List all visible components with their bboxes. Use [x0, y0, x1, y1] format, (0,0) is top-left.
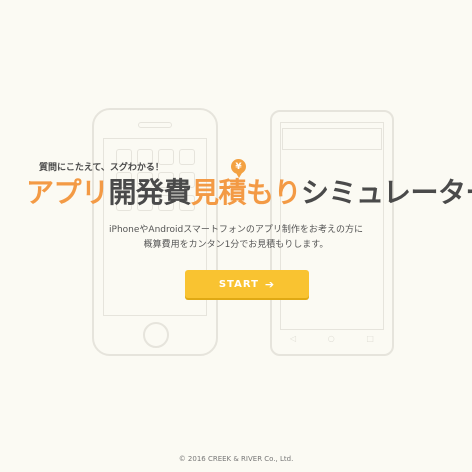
title-part-estimate: 見積もり	[191, 176, 302, 209]
app-icon	[179, 149, 195, 165]
footer-copyright: © 2016 CREEK & RIVER Co., Ltd.	[178, 455, 294, 463]
back-icon: ◁	[290, 334, 297, 343]
iphone-home-button	[143, 322, 169, 348]
description-line-2: 概算費用をカンタン1分でお見積もりします。	[143, 240, 329, 250]
home-circle-icon: ○	[327, 334, 335, 343]
recent-apps-icon: □	[366, 334, 374, 343]
title-part-app: アプリ	[26, 176, 109, 209]
start-button[interactable]: START ➔	[185, 270, 309, 298]
start-label: START	[218, 278, 259, 290]
android-app-bar	[282, 128, 382, 150]
landing-page: ◁ ○ □ 質問にこたえて、スグわかる！ ¥ アプリ開発費見積もりシミュレーター…	[0, 0, 472, 472]
arrow-right-icon: ➔	[264, 277, 276, 291]
description-line-1: iPhoneやAndroidスマートフォンのアプリ制作をお考えの方に	[109, 225, 363, 235]
android-nav-bar: ◁ ○ □	[290, 334, 374, 343]
title-part-simulator: シミュレーター	[301, 176, 472, 209]
catchphrase: 質問にこたえて、スグわかる！	[39, 163, 164, 173]
yen-badge-icon: ¥	[231, 159, 246, 178]
title-part-dev-cost: 開発費	[108, 176, 192, 209]
iphone-speaker	[138, 122, 172, 128]
page-title: アプリ開発費見積もりシミュレーター	[26, 176, 472, 209]
